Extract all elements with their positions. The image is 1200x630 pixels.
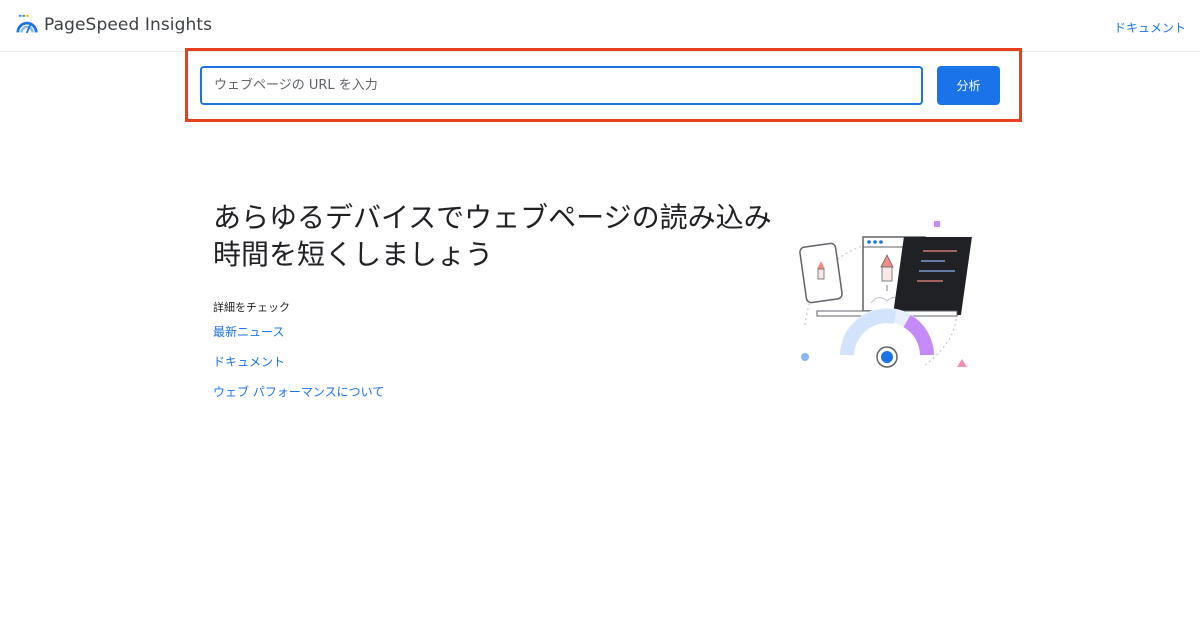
pagespeed-logo-icon[interactable] xyxy=(16,14,38,36)
speed-gauge-icon xyxy=(840,308,934,368)
code-panel-icon xyxy=(892,237,972,315)
analyze-button[interactable]: 分析 xyxy=(937,66,1000,105)
rocket-devices-illustration xyxy=(799,221,972,368)
docs-link-header[interactable]: ドキュメント xyxy=(1114,19,1186,36)
url-input[interactable] xyxy=(200,66,923,105)
brand-title[interactable]: PageSpeed Insights xyxy=(44,15,212,35)
documentation-link[interactable]: ドキュメント xyxy=(213,353,285,370)
learn-more-label: 詳細をチェック xyxy=(213,301,290,314)
top-bar: PageSpeed Insights ドキュメント xyxy=(0,0,1200,52)
page-headline: あらゆるデバイスでウェブページの読み込み時間を短くしましょう xyxy=(213,201,772,271)
web-performance-link[interactable]: ウェブ パフォーマンスについて xyxy=(213,383,384,400)
phone-icon xyxy=(799,242,843,304)
news-link[interactable]: 最新ニュース xyxy=(213,323,284,340)
